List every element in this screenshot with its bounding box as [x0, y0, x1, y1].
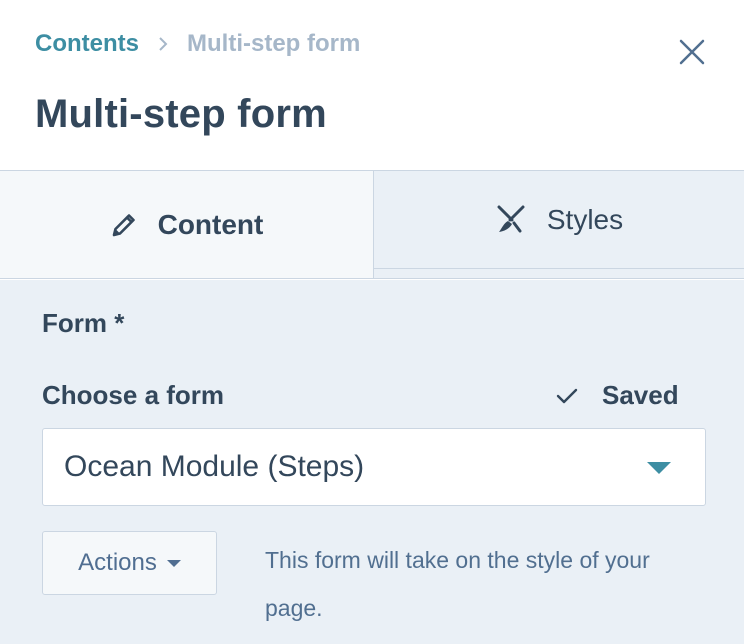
- pencil-icon: [110, 211, 138, 239]
- dropdown-caret-icon: [647, 462, 671, 474]
- close-button[interactable]: [676, 36, 708, 68]
- checkmark-icon: [556, 387, 578, 405]
- chevron-right-icon: [155, 36, 171, 52]
- tab-content-label: Content: [157, 208, 264, 240]
- form-help-text: This form will take on the style of your…: [265, 547, 650, 621]
- close-icon: [679, 39, 705, 65]
- page-title: Multi-step form: [35, 92, 327, 136]
- actions-button-label: Actions: [78, 549, 157, 576]
- choose-form-label: Choose a form: [42, 380, 225, 410]
- tab-styles[interactable]: Styles: [374, 171, 744, 269]
- caret-down-icon: [166, 559, 181, 567]
- form-select-value: Ocean Module (Steps): [64, 450, 365, 483]
- panel-header: Contents Multi-step form Multi-step form: [0, 0, 744, 171]
- breadcrumb: Contents Multi-step form: [35, 30, 360, 58]
- tab-bar: Content Styles: [0, 171, 744, 279]
- breadcrumb-current: Multi-step form: [187, 30, 361, 57]
- form-select[interactable]: Ocean Module (Steps): [42, 428, 706, 506]
- breadcrumb-contents-link[interactable]: Contents: [35, 30, 139, 58]
- form-section-label: Form *: [42, 308, 125, 338]
- brush-icon: [495, 204, 527, 236]
- actions-button[interactable]: Actions: [42, 531, 217, 595]
- tab-content[interactable]: Content: [0, 171, 374, 278]
- saved-status: Saved: [556, 380, 679, 411]
- tab-styles-label: Styles: [546, 203, 624, 235]
- saved-status-text: Saved: [602, 380, 679, 410]
- content-panel: Form * Choose a form Saved Ocean Module …: [0, 280, 744, 644]
